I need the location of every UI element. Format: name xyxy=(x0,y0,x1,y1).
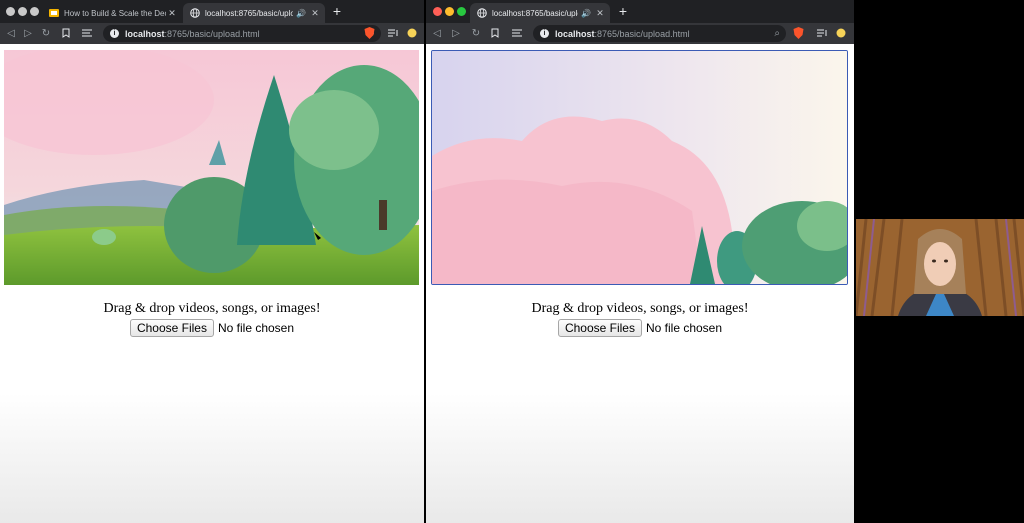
close-dot[interactable] xyxy=(433,7,442,16)
address-bar[interactable]: i localhost:8765/basic/upload.html ⌕ xyxy=(103,25,381,42)
drop-prompt: Drag & drop videos, songs, or images! xyxy=(531,301,749,316)
tab-close-icon[interactable]: ✕ xyxy=(594,8,606,19)
upload-zone[interactable]: Drag & drop videos, songs, or images! Ch… xyxy=(426,301,854,337)
landscape-frame xyxy=(4,50,419,285)
forward-icon[interactable]: ▷ xyxy=(449,26,463,40)
minimize-dot[interactable] xyxy=(18,7,27,16)
toolbar: ◁ ▷ ↻ i localhost:8765/basic/upload.html… xyxy=(0,23,424,44)
url-path: :8765/basic/upload.html xyxy=(594,28,690,39)
playlist-icon[interactable] xyxy=(386,26,400,40)
tab-upload-page[interactable]: localhost:8765/basic/upload 🔊 ✕ xyxy=(183,3,325,23)
zoom-dot[interactable] xyxy=(457,7,466,16)
reload-icon[interactable]: ↻ xyxy=(469,26,483,40)
url-host: localhost xyxy=(555,28,595,39)
choose-files-button[interactable]: Choose Files xyxy=(557,319,642,337)
choose-files-button[interactable]: Choose Files xyxy=(129,319,214,337)
reader-mode-icon[interactable] xyxy=(80,26,94,40)
brave-shield-icon[interactable] xyxy=(791,26,805,40)
new-tab-icon[interactable]: + xyxy=(616,4,630,18)
back-icon[interactable]: ◁ xyxy=(430,26,444,40)
tab-upload-page[interactable]: localhost:8765/basic/upload 🔊 ✕ xyxy=(470,3,610,23)
tab-title: localhost:8765/basic/upload xyxy=(205,8,294,18)
rewards-icon[interactable] xyxy=(834,26,848,40)
tab-strip: How to Build & Scale the Decen ✕ localho… xyxy=(0,0,424,23)
forward-icon[interactable]: ▷ xyxy=(21,26,35,40)
browser-window-right: localhost:8765/basic/upload 🔊 ✕ + ◁ ▷ ↻ … xyxy=(426,0,854,523)
speaker-icon[interactable]: 🔊 xyxy=(581,9,591,18)
site-info-icon[interactable]: i xyxy=(110,29,119,38)
back-icon[interactable]: ◁ xyxy=(4,26,18,40)
close-dot[interactable] xyxy=(6,7,15,16)
zoom-dot[interactable] xyxy=(30,7,39,16)
tab-close-icon[interactable]: ✕ xyxy=(166,8,178,19)
tab-title: localhost:8765/basic/upload xyxy=(492,8,578,18)
globe-icon xyxy=(190,8,200,18)
globe-icon xyxy=(477,8,487,18)
page-fade xyxy=(426,393,854,523)
webcam-overlay xyxy=(856,219,1024,316)
tab-close-icon[interactable]: ✕ xyxy=(309,8,321,19)
page-fade xyxy=(0,393,424,523)
video-preview[interactable] xyxy=(4,50,419,285)
site-info-icon[interactable]: i xyxy=(540,29,549,38)
tab-strip: localhost:8765/basic/upload 🔊 ✕ + xyxy=(426,0,854,23)
new-tab-icon[interactable]: + xyxy=(330,4,344,18)
reader-mode-icon[interactable] xyxy=(510,26,524,40)
url-path: :8765/basic/upload.html xyxy=(164,28,260,39)
address-bar[interactable]: i localhost:8765/basic/upload.html ⌕ xyxy=(533,25,786,42)
url-host: localhost xyxy=(125,28,165,39)
bookmark-icon[interactable] xyxy=(488,26,502,40)
speaker-icon[interactable]: 🔊 xyxy=(296,9,306,18)
file-status: No file chosen xyxy=(645,321,723,335)
playlist-icon[interactable] xyxy=(815,26,829,40)
brave-shield-icon[interactable] xyxy=(362,26,376,40)
video-preview[interactable] xyxy=(431,50,848,285)
tab-title: How to Build & Scale the Decen xyxy=(64,8,166,18)
minimize-dot[interactable] xyxy=(445,7,454,16)
upload-zone[interactable]: Drag & drop videos, songs, or images! Ch… xyxy=(0,301,424,337)
file-status: No file chosen xyxy=(217,321,295,335)
slides-icon xyxy=(49,9,59,17)
landscape-frame xyxy=(432,51,847,284)
browser-window-left: How to Build & Scale the Decen ✕ localho… xyxy=(0,0,424,523)
bookmark-icon[interactable] xyxy=(59,26,73,40)
drop-prompt: Drag & drop videos, songs, or images! xyxy=(103,301,321,316)
tab-decentralized-article[interactable]: How to Build & Scale the Decen ✕ xyxy=(42,3,182,23)
reload-icon[interactable]: ↻ xyxy=(39,26,53,40)
rewards-icon[interactable] xyxy=(405,26,419,40)
toolbar: ◁ ▷ ↻ i localhost:8765/basic/upload.html… xyxy=(426,23,854,44)
zoom-icon[interactable]: ⌕ xyxy=(774,28,780,39)
presenter-webcam xyxy=(856,219,1024,316)
